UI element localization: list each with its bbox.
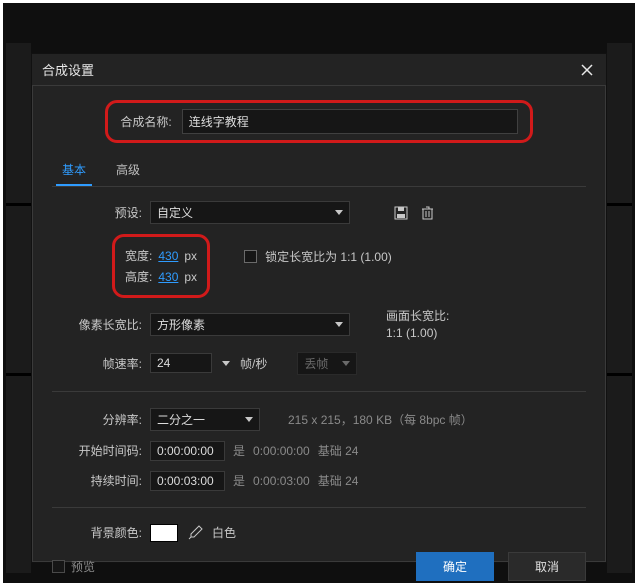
pixel-aspect-value: 方形像素 bbox=[157, 316, 205, 333]
lock-aspect-row: 锁定长宽比为 1:1 (1.00) bbox=[244, 248, 392, 265]
resolution-value: 二分之一 bbox=[157, 411, 205, 428]
tab-basic[interactable]: 基本 bbox=[56, 155, 92, 186]
bg-color-name: 白色 bbox=[212, 524, 236, 541]
pixel-aspect-select[interactable]: 方形像素 bbox=[150, 313, 350, 336]
chevron-down-icon bbox=[342, 361, 350, 366]
chevron-down-icon bbox=[245, 417, 253, 422]
preset-value: 自定义 bbox=[157, 204, 193, 221]
dialog-body: 合成名称: 连线字教程 基本 高级 预设: 自定义 bbox=[32, 86, 606, 562]
frame-rate-label: 帧速率: bbox=[52, 355, 142, 372]
comp-name-label: 合成名称: bbox=[120, 113, 171, 130]
bg-color-swatch[interactable] bbox=[150, 524, 178, 542]
preview-label: 预览 bbox=[71, 558, 95, 575]
chevron-down-icon bbox=[335, 322, 343, 327]
dimensions-highlight: 宽度: 430 px 高度: 430 px bbox=[112, 234, 210, 298]
comp-name-input[interactable]: 连线字教程 bbox=[182, 109, 518, 134]
drop-frame-select[interactable]: 丢帧 bbox=[297, 352, 357, 375]
resolution-info: 215 x 215，180 KB（每 8bpc 帧） bbox=[288, 411, 473, 428]
chevron-down-icon bbox=[335, 210, 343, 215]
duration-row: 持续时间: 0:00:03:00 是 0:00:03:00 基础 24 bbox=[52, 471, 586, 491]
tab-advanced[interactable]: 高级 bbox=[110, 155, 146, 186]
start-tc-value: 0:00:00:00 bbox=[157, 444, 214, 458]
bg-panel-left bbox=[6, 43, 31, 573]
height-row: 高度: 430 px bbox=[125, 268, 197, 285]
start-tc-label: 开始时间码: bbox=[52, 442, 142, 459]
duration-base: 基础 24 bbox=[318, 472, 359, 489]
lock-aspect-label: 锁定长宽比为 1:1 (1.00) bbox=[265, 248, 392, 265]
width-unit: px bbox=[184, 249, 197, 263]
app-frame: 合成设置 合成名称: 连线字教程 基本 高级 预设: 自定义 bbox=[0, 0, 638, 586]
close-icon bbox=[581, 64, 593, 76]
composition-settings-dialog: 合成设置 合成名称: 连线字教程 基本 高级 预设: 自定义 bbox=[31, 53, 607, 563]
duration-label: 持续时间: bbox=[52, 472, 142, 489]
frame-rate-unit: 帧/秒 bbox=[240, 355, 267, 372]
cancel-button[interactable]: 取消 bbox=[508, 552, 586, 581]
frame-aspect-value: 1:1 (1.00) bbox=[386, 325, 449, 342]
duration-is-value: 0:00:03:00 bbox=[253, 474, 310, 488]
start-tc-is-label: 是 bbox=[233, 442, 245, 459]
frame-aspect-label: 画面长宽比: bbox=[386, 308, 449, 325]
separator bbox=[52, 391, 586, 392]
save-preset-icon bbox=[394, 206, 408, 220]
separator bbox=[52, 507, 586, 508]
save-preset-button[interactable] bbox=[392, 204, 410, 222]
comp-name-row: 合成名称: 连线字教程 bbox=[105, 100, 532, 143]
delete-preset-button[interactable] bbox=[418, 204, 436, 222]
width-input[interactable]: 430 bbox=[158, 249, 178, 263]
frame-rate-select[interactable]: 24 bbox=[150, 353, 212, 373]
resolution-label: 分辨率: bbox=[52, 411, 142, 428]
duration-input[interactable]: 0:00:03:00 bbox=[150, 471, 225, 491]
pixel-aspect-row: 像素长宽比: 方形像素 画面长宽比: 1:1 (1.00) bbox=[52, 308, 586, 342]
tabs: 基本 高级 bbox=[52, 155, 586, 187]
dialog-titlebar: 合成设置 bbox=[32, 54, 606, 86]
preset-label: 预设: bbox=[52, 204, 142, 221]
preset-select[interactable]: 自定义 bbox=[150, 201, 350, 224]
dialog-title: 合成设置 bbox=[42, 60, 94, 79]
chevron-down-icon[interactable] bbox=[222, 361, 230, 366]
close-button[interactable] bbox=[578, 61, 596, 79]
basic-form: 预设: 自定义 bbox=[52, 201, 586, 542]
resolution-row: 分辨率: 二分之一 215 x 215，180 KB（每 8bpc 帧） bbox=[52, 408, 586, 431]
frame-rate-value: 24 bbox=[157, 356, 170, 370]
bg-color-label: 背景颜色: bbox=[52, 524, 142, 541]
pixel-aspect-label: 像素长宽比: bbox=[52, 316, 142, 333]
frame-rate-row: 帧速率: 24 帧/秒 丢帧 bbox=[52, 352, 586, 375]
dimensions-row: 宽度: 430 px 高度: 430 px 锁定长宽比为 1:1 bbox=[52, 234, 586, 298]
ok-button[interactable]: 确定 bbox=[416, 552, 494, 581]
dialog-footer: 预览 确定 取消 bbox=[52, 542, 586, 581]
eyedropper-icon bbox=[187, 525, 203, 541]
start-tc-input[interactable]: 0:00:00:00 bbox=[150, 441, 225, 461]
lock-aspect-checkbox[interactable] bbox=[244, 250, 257, 263]
height-input[interactable]: 430 bbox=[158, 270, 178, 284]
drop-frame-label: 丢帧 bbox=[304, 355, 328, 372]
height-unit: px bbox=[184, 270, 197, 284]
height-label: 高度: bbox=[125, 268, 152, 285]
frame-aspect-block: 画面长宽比: 1:1 (1.00) bbox=[386, 308, 449, 342]
resolution-select[interactable]: 二分之一 bbox=[150, 408, 260, 431]
preview-checkbox[interactable] bbox=[52, 560, 65, 573]
duration-is-label: 是 bbox=[233, 472, 245, 489]
bg-panel-right bbox=[607, 43, 632, 573]
duration-value: 0:00:03:00 bbox=[157, 474, 214, 488]
preset-row: 预设: 自定义 bbox=[52, 201, 586, 224]
preview-group: 预览 bbox=[52, 558, 95, 575]
start-tc-is-value: 0:00:00:00 bbox=[253, 444, 310, 458]
width-row: 宽度: 430 px bbox=[125, 247, 197, 264]
bg-color-row: 背景颜色: 白色 bbox=[52, 524, 586, 542]
eyedropper-button[interactable] bbox=[186, 524, 204, 542]
start-tc-base: 基础 24 bbox=[318, 442, 359, 459]
comp-name-value: 连线字教程 bbox=[189, 115, 249, 129]
trash-icon bbox=[421, 206, 434, 220]
width-label: 宽度: bbox=[125, 247, 152, 264]
start-tc-row: 开始时间码: 0:00:00:00 是 0:00:00:00 基础 24 bbox=[52, 441, 586, 461]
